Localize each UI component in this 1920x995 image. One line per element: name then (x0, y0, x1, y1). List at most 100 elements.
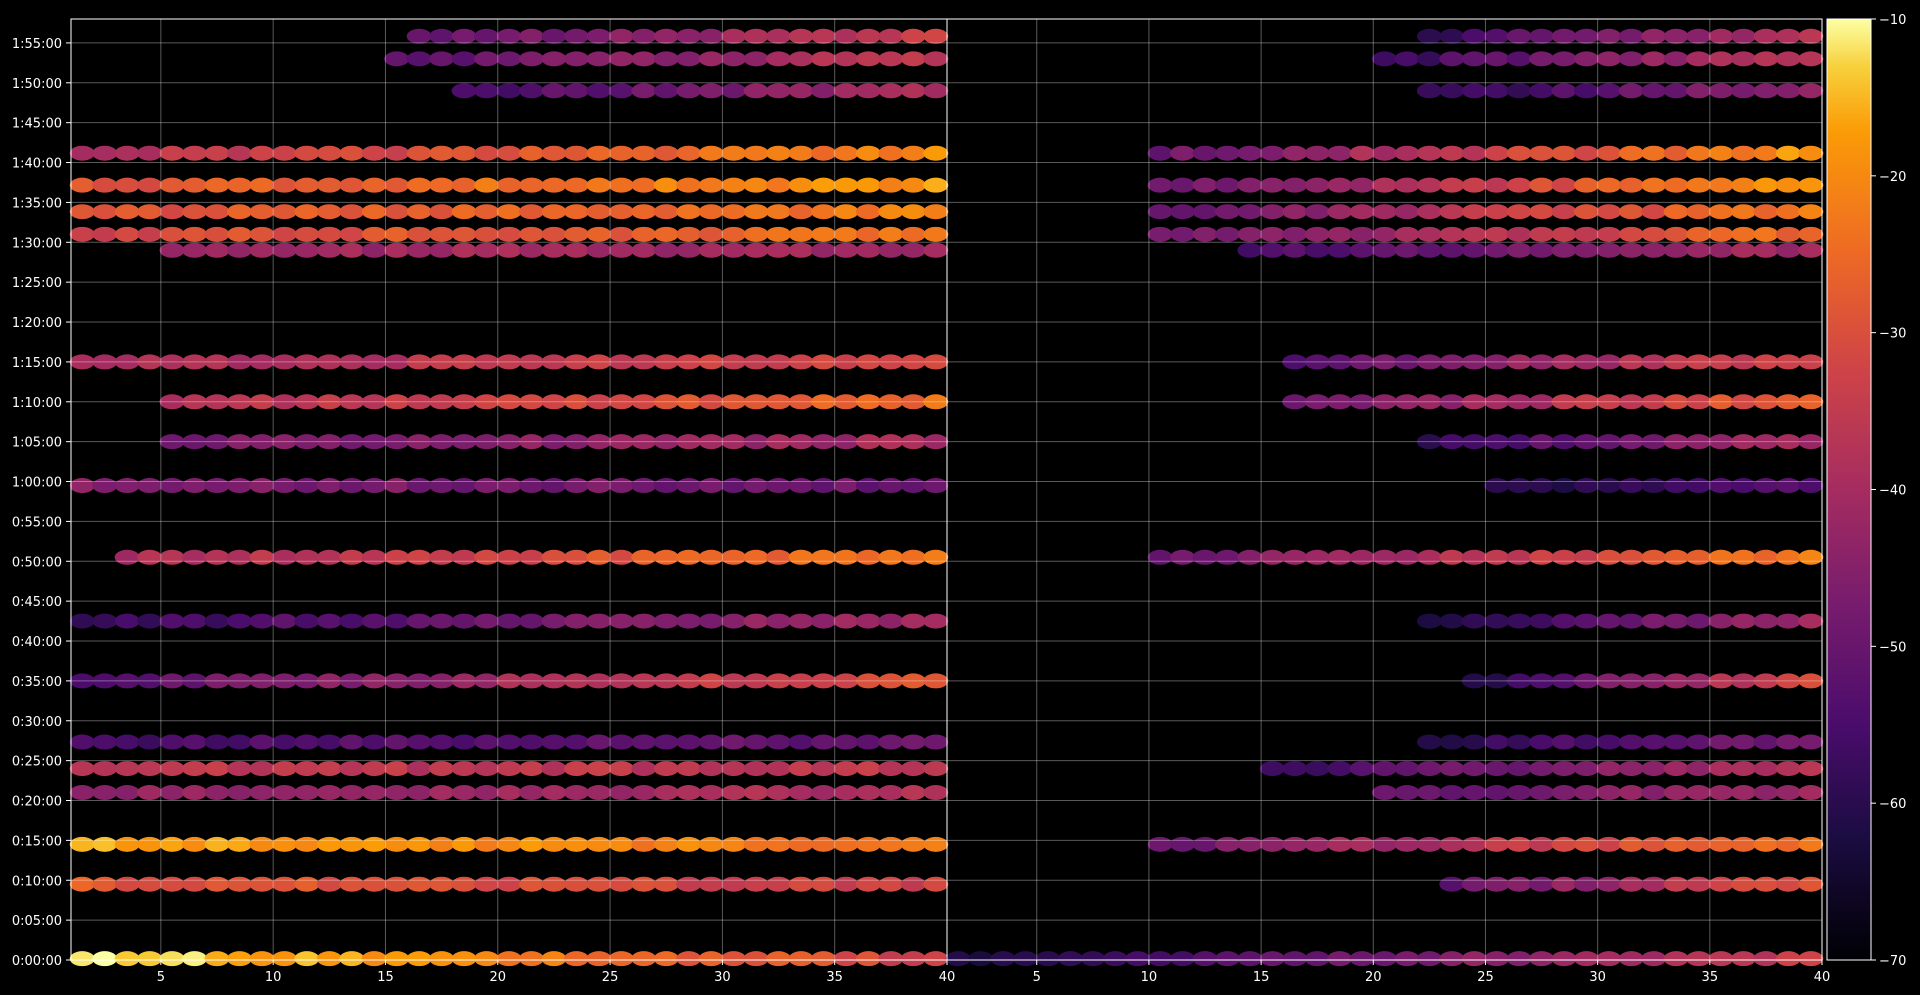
heat-cell (294, 204, 320, 220)
heat-cell (518, 761, 544, 777)
heat-cell (406, 761, 432, 777)
heat-cell (878, 876, 904, 892)
heat-cell (878, 242, 904, 258)
heat-cell (1730, 226, 1756, 242)
heat-cell (788, 28, 814, 44)
heat-cell (833, 876, 859, 892)
heat-cell (69, 876, 95, 892)
heat-cell (1327, 177, 1353, 193)
heat-cell (1798, 478, 1824, 494)
heat-cell (496, 761, 522, 777)
heat-cell (586, 177, 612, 193)
heat-cell (586, 83, 612, 99)
heat-cell (1798, 145, 1824, 161)
heat-cell (1641, 478, 1667, 494)
heat-cell (1461, 28, 1487, 44)
heat-cell (743, 83, 769, 99)
y-tick-label: 1:40:00 (12, 157, 62, 172)
heat-cell (114, 836, 140, 852)
heat-cell (1686, 83, 1712, 99)
heat-cell (1798, 226, 1824, 242)
heat-cell (474, 226, 500, 242)
x-tick-label: 40 (939, 970, 956, 985)
heat-cell (608, 226, 634, 242)
heat-cell (137, 145, 163, 161)
heat-cell (1708, 613, 1734, 629)
heat-cell (900, 836, 926, 852)
heat-cell (474, 28, 500, 44)
heat-cell (1663, 876, 1689, 892)
heat-cell (855, 51, 881, 67)
y-tick-label: 1:05:00 (12, 436, 62, 451)
heat-cell (474, 478, 500, 494)
heat-cell (159, 478, 185, 494)
heat-cell (1641, 761, 1667, 777)
heat-cell (474, 951, 500, 967)
heat-cell (698, 177, 724, 193)
heat-cell (182, 204, 208, 220)
heat-cell (1775, 876, 1801, 892)
heat-cell (1663, 242, 1689, 258)
heat-cell (743, 951, 769, 967)
heat-cell (518, 951, 544, 967)
heat-cell (1798, 204, 1824, 220)
heat-cell (429, 51, 455, 67)
heat-cell (608, 876, 634, 892)
colorbar-tick-label: −20 (1879, 170, 1906, 185)
heat-cell (563, 51, 589, 67)
heat-cell (541, 478, 567, 494)
heat-cell (923, 177, 949, 193)
heat-cell (451, 549, 477, 565)
heat-cell (1237, 177, 1263, 193)
x-tick-label: 15 (377, 970, 394, 985)
heat-cell (631, 51, 657, 67)
heat-cell (1304, 177, 1330, 193)
heat-cell (878, 785, 904, 801)
heat-cell (1641, 951, 1667, 967)
heat-cell (1394, 177, 1420, 193)
heat-cell (1439, 785, 1465, 801)
heat-cell (1461, 242, 1487, 258)
heat-cell (204, 549, 230, 565)
heat-cell (1506, 761, 1532, 777)
heat-cell (833, 951, 859, 967)
heat-cell (855, 836, 881, 852)
heat-cell (900, 204, 926, 220)
heat-cell (608, 145, 634, 161)
heat-cell (69, 177, 95, 193)
heat-cell (833, 28, 859, 44)
heat-cell (1439, 734, 1465, 750)
heat-cell (1596, 478, 1622, 494)
heat-cell (1416, 242, 1442, 258)
heat-cell (1214, 549, 1240, 565)
heat-cell (631, 83, 657, 99)
heat-cell (676, 51, 702, 67)
heat-cell (721, 951, 747, 967)
heat-cell (855, 226, 881, 242)
heat-cell (1753, 478, 1779, 494)
heat-cell (676, 478, 702, 494)
heat-cell (1596, 613, 1622, 629)
heat-cell (384, 785, 410, 801)
heat-cell (182, 549, 208, 565)
heat-cell (810, 761, 836, 777)
heat-cell (226, 785, 252, 801)
colorbar-gradient (1826, 18, 1872, 961)
heat-cell (1708, 876, 1734, 892)
heat-cell (1013, 951, 1039, 967)
heat-cell (114, 734, 140, 750)
y-tick-label: 1:25:00 (12, 276, 62, 291)
heat-cell (1573, 549, 1599, 565)
heat-cell (92, 177, 118, 193)
heat-cell (1327, 145, 1353, 161)
heat-cell (1663, 761, 1689, 777)
colorbar-tick-label: −50 (1879, 640, 1906, 655)
heat-cell (766, 242, 792, 258)
heat-cell (294, 734, 320, 750)
heat-cell (1730, 204, 1756, 220)
heat-cell (496, 226, 522, 242)
heat-cell (1349, 145, 1375, 161)
heat-cell (1416, 549, 1442, 565)
heat-cell (294, 242, 320, 258)
y-axis-ticks: 0:00:00 0:05:00 0:10:00 0:15:00 0:20:00 0:25:… (12, 37, 71, 969)
